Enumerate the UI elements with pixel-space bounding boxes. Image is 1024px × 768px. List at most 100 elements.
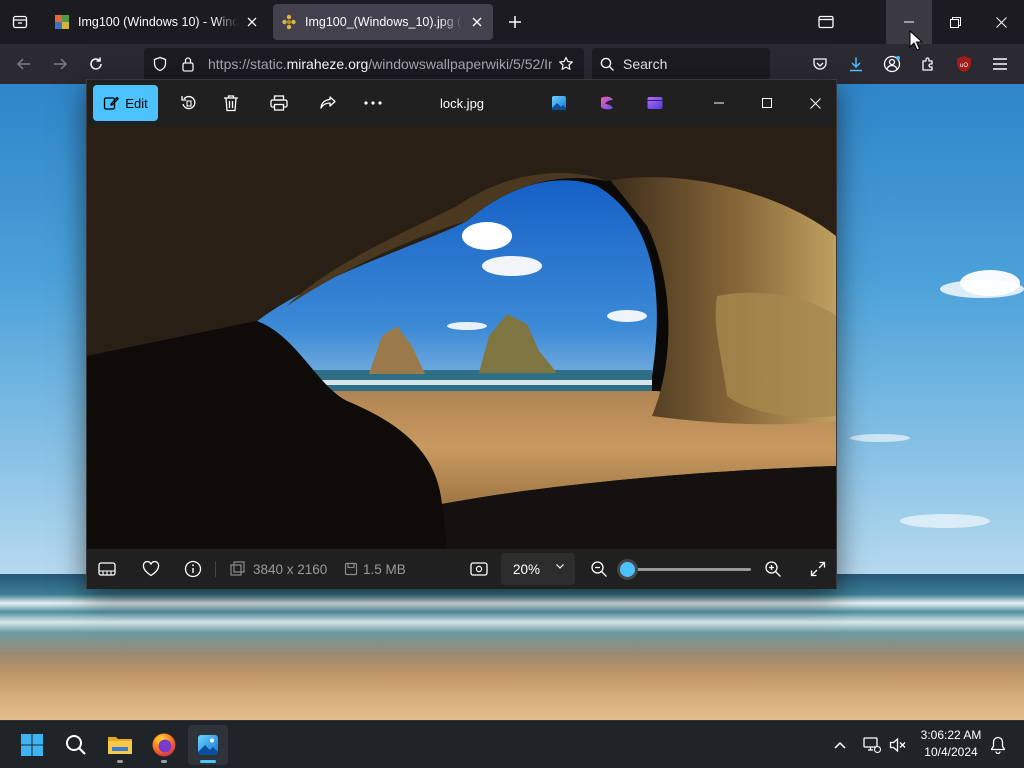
reload-icon	[90, 57, 102, 70]
firefox-icon	[152, 733, 176, 757]
pocket-button[interactable]	[804, 48, 836, 80]
browser-tab-bar: Img100 (Windows 10) - Windows Wallpaper …	[0, 0, 1024, 44]
close-tab-icon[interactable]	[469, 14, 485, 30]
close-tab-icon[interactable]	[244, 14, 260, 30]
ublock-origin-button[interactable]: uO	[948, 48, 980, 80]
file-title: lock.jpg	[439, 95, 485, 111]
tab-wallpaper-wiki[interactable]: Img100 (Windows 10) - Windows Wallpaper	[46, 4, 268, 40]
zoom-in-icon	[765, 561, 781, 577]
filmstrip-toggle-button[interactable]	[95, 557, 119, 581]
zoom-level-value: 20%	[513, 561, 541, 577]
actual-size-button[interactable]	[467, 557, 491, 581]
start-button[interactable]	[12, 725, 52, 765]
rotate-icon	[181, 95, 196, 110]
file-explorer-button[interactable]	[100, 725, 140, 765]
plus-icon	[509, 16, 521, 28]
video-editor-button[interactable]	[637, 85, 673, 121]
rotate-button[interactable]	[171, 85, 207, 121]
image-dimensions: 3840 x 2160	[253, 561, 328, 577]
close-window-button[interactable]	[978, 0, 1024, 44]
taskbar-clock[interactable]: 3:06:22 AM 10/4/2024	[914, 727, 988, 761]
favorite-button[interactable]	[139, 557, 163, 581]
close-icon	[809, 97, 821, 109]
search-icon	[66, 735, 86, 755]
url-domain: miraheze.org	[286, 56, 369, 72]
ublock-shield-icon: uO	[957, 56, 971, 72]
folder-window-icon	[818, 15, 834, 29]
photos-maximize-button[interactable]	[749, 85, 785, 121]
address-bar[interactable]: https://static.miraheze.org/windowswallp…	[144, 48, 584, 80]
cloud-shape	[900, 514, 990, 528]
restore-window-button[interactable]	[932, 0, 978, 44]
show-hidden-icons-button[interactable]	[828, 721, 852, 768]
minimize-icon	[714, 102, 724, 104]
photos-close-button[interactable]	[797, 85, 833, 121]
zoom-out-button[interactable]	[587, 557, 611, 581]
reload-button[interactable]	[80, 48, 112, 80]
bookmark-star-button[interactable]	[552, 50, 580, 78]
firefox-view-button[interactable]	[803, 0, 849, 44]
network-status-button[interactable]	[860, 721, 884, 768]
photos-minimize-button[interactable]	[701, 85, 737, 121]
photos-app-window: Edit lock.jpg 3840 x 2160 1.5 MB 20%	[86, 79, 837, 589]
wiki-favicon-icon	[55, 15, 69, 29]
active-indicator	[200, 760, 216, 763]
new-tab-button[interactable]	[499, 6, 531, 38]
account-button[interactable]	[876, 48, 908, 80]
zoom-slider-thumb[interactable]	[617, 559, 638, 580]
downloads-button[interactable]	[840, 48, 872, 80]
edit-label: Edit	[125, 95, 148, 111]
share-button[interactable]	[309, 85, 345, 121]
zoom-level-dropdown[interactable]: 20%	[501, 553, 575, 585]
trash-icon	[224, 95, 238, 112]
fit-to-window-icon	[470, 562, 488, 576]
hamburger-menu-icon	[993, 58, 1007, 70]
file-info-button[interactable]	[181, 557, 205, 581]
photos-toolbar: Edit lock.jpg	[87, 80, 836, 126]
url-text[interactable]: https://static.miraheze.org/windowswallp…	[208, 56, 552, 72]
photos-taskbar-button[interactable]	[188, 725, 228, 765]
volume-button[interactable]	[886, 721, 910, 768]
file-size-icon	[339, 557, 363, 581]
search-input[interactable]	[623, 56, 753, 72]
share-icon	[320, 96, 336, 109]
edit-button[interactable]: Edit	[93, 85, 158, 121]
notifications-button[interactable]	[986, 721, 1010, 768]
firefox-button[interactable]	[144, 725, 184, 765]
forward-button[interactable]	[44, 48, 76, 80]
search-bar[interactable]	[592, 48, 770, 80]
more-options-button[interactable]	[355, 85, 391, 121]
zoom-slider-track[interactable]	[627, 568, 751, 571]
browser-navigation-bar: https://static.miraheze.org/windowswallp…	[0, 44, 1024, 84]
bell-icon	[990, 736, 1006, 754]
back-button[interactable]	[8, 48, 40, 80]
cave-beach-photo	[87, 126, 836, 549]
tracking-protection-shield-icon[interactable]	[148, 52, 172, 76]
photos-app-icon	[198, 735, 218, 755]
taskbar-search-button[interactable]	[56, 725, 96, 765]
beach-sea-area	[0, 574, 1024, 720]
clipchamp-icon	[601, 96, 613, 110]
cloud-shape	[850, 434, 910, 442]
tab-list-icon	[12, 15, 28, 29]
info-icon	[184, 560, 202, 578]
status-divider	[215, 561, 216, 577]
lock-icon[interactable]	[176, 52, 200, 76]
clock-date: 10/4/2024	[924, 745, 978, 759]
maximize-icon	[762, 98, 772, 108]
photo-viewer-image[interactable]	[87, 126, 836, 549]
print-button[interactable]	[261, 85, 297, 121]
list-all-tabs-button[interactable]	[4, 6, 36, 38]
zoom-in-button[interactable]	[761, 557, 785, 581]
puzzle-icon	[922, 57, 933, 71]
open-menu-button[interactable]	[984, 48, 1016, 80]
clipchamp-button[interactable]	[589, 85, 625, 121]
extensions-button[interactable]	[912, 48, 944, 80]
photos-app-button[interactable]	[541, 85, 577, 121]
delete-button[interactable]	[213, 85, 249, 121]
full-screen-button[interactable]	[806, 557, 830, 581]
printer-icon	[270, 95, 288, 111]
arrow-right-icon	[54, 58, 68, 70]
file-size: 1.5 MB	[363, 561, 406, 577]
tab-jpeg-image[interactable]: Img100_(Windows_10).jpg (JPEG Image)	[273, 4, 493, 40]
